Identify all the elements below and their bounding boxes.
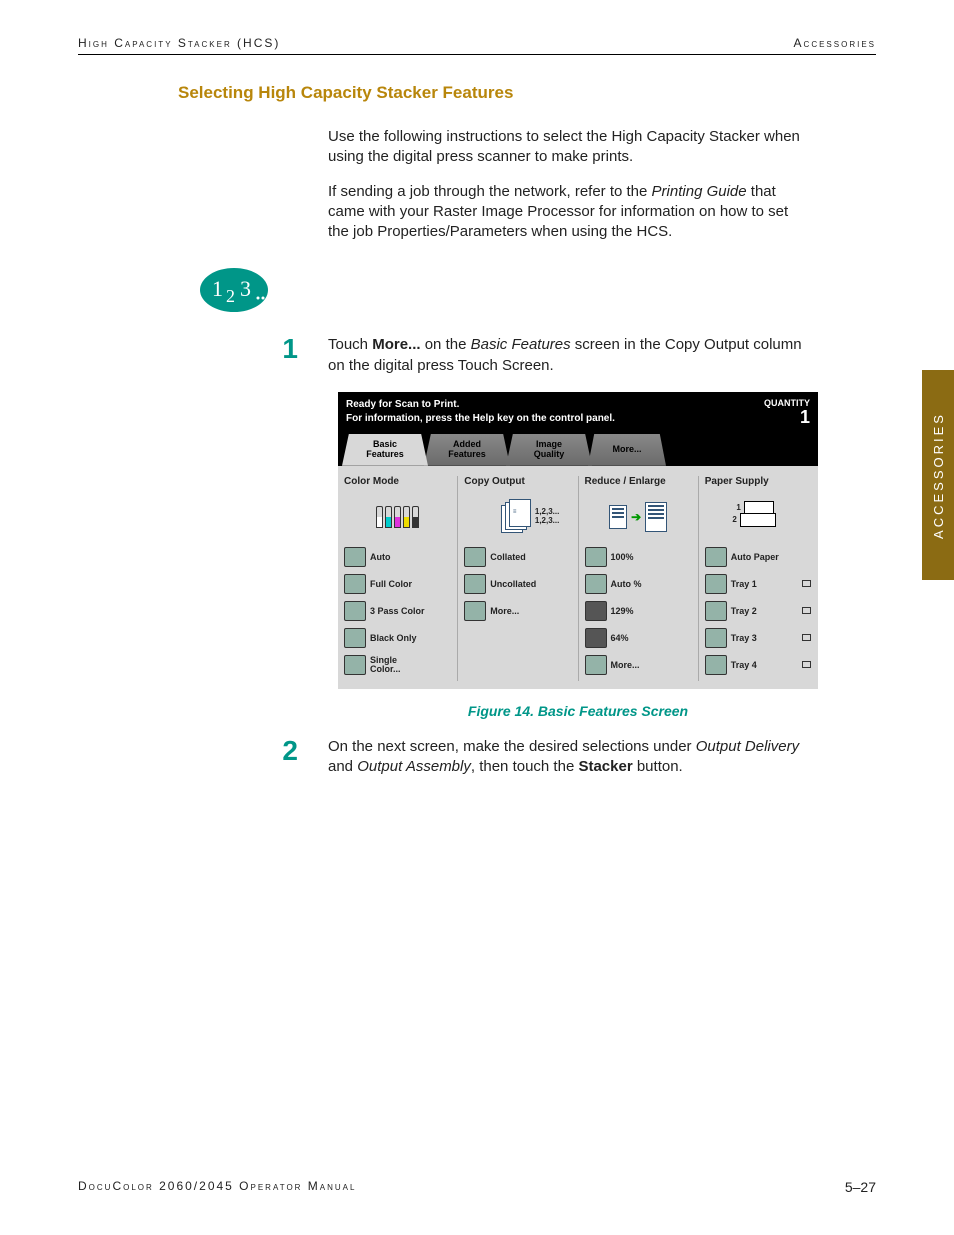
- col-copy-output: Copy Output ≡ 1,2,3... 1,2,3... Collated…: [458, 476, 578, 681]
- footer-manual-title: DocuColor 2060/2045 Operator Manual: [78, 1179, 356, 1195]
- btn-auto-pct[interactable]: [585, 574, 607, 594]
- reduce-enlarge-icon: ➔: [585, 494, 692, 540]
- btn-black-only[interactable]: [344, 628, 366, 648]
- color-mode-icon: [344, 494, 451, 540]
- tab-added-features[interactable]: Added Features: [424, 434, 510, 466]
- step-1: 1 Touch More... on the Basic Features sc…: [78, 335, 876, 376]
- tab-bar: Basic Features Added Features Image Qual…: [338, 434, 818, 466]
- page-header: High Capacity Stacker (HCS) Accessories: [78, 36, 876, 55]
- touch-screen: Ready for Scan to Print. For information…: [338, 392, 818, 689]
- col-title-copy-output: Copy Output: [464, 476, 571, 488]
- step-2: 2 On the next screen, make the desired s…: [78, 737, 876, 778]
- step-number-1: 1: [78, 335, 328, 363]
- status-text: Ready for Scan to Print. For information…: [346, 398, 615, 426]
- figure-caption: Figure 14. Basic Features Screen: [338, 703, 818, 719]
- copy-output-icon: ≡ 1,2,3... 1,2,3...: [464, 494, 571, 540]
- btn-129pct[interactable]: [585, 601, 607, 621]
- header-right: Accessories: [794, 36, 876, 50]
- btn-tray-4[interactable]: [705, 655, 727, 675]
- tray-flag-icon: [802, 580, 811, 587]
- col-title-reduce-enlarge: Reduce / Enlarge: [585, 476, 692, 488]
- step-body-2: On the next screen, make the desired sel…: [328, 737, 806, 778]
- tab-image-quality[interactable]: Image Quality: [506, 434, 592, 466]
- section-title: Selecting High Capacity Stacker Features: [178, 83, 876, 103]
- tray-flag-icon: [802, 634, 811, 641]
- btn-uncollated[interactable]: [464, 574, 486, 594]
- btn-auto-color[interactable]: [344, 547, 366, 567]
- col-paper-supply: Paper Supply 1 2 Auto Paper Tray 1 Tray …: [699, 476, 818, 681]
- tab-more[interactable]: More...: [588, 434, 666, 466]
- quantity-display: QUANTITY 1: [764, 398, 810, 426]
- step-body-1: Touch More... on the Basic Features scre…: [328, 335, 806, 376]
- tab-basic-features[interactable]: Basic Features: [342, 434, 428, 466]
- col-title-color-mode: Color Mode: [344, 476, 451, 488]
- intro-para-2: If sending a job through the network, re…: [328, 182, 806, 243]
- steps-icon: 1 2 3: [198, 262, 876, 323]
- btn-single-color[interactable]: [344, 655, 366, 675]
- btn-tray-2[interactable]: [705, 601, 727, 621]
- btn-auto-paper[interactable]: [705, 547, 727, 567]
- footer-page-number: 5–27: [845, 1179, 876, 1195]
- svg-text:1: 1: [212, 276, 223, 301]
- svg-text:2: 2: [226, 286, 235, 306]
- col-reduce-enlarge: Reduce / Enlarge ➔ 100% Auto % 129% 64% …: [579, 476, 699, 681]
- btn-3pass-color[interactable]: [344, 601, 366, 621]
- btn-collated[interactable]: [464, 547, 486, 567]
- intro-para-1: Use the following instructions to select…: [328, 127, 806, 168]
- step-number-2: 2: [78, 737, 328, 765]
- tray-flag-icon: [802, 661, 811, 668]
- col-color-mode: Color Mode Auto Full Color 3 Pass Color …: [338, 476, 458, 681]
- btn-100pct[interactable]: [585, 547, 607, 567]
- side-tab-accessories: ACCESSORIES: [922, 370, 954, 580]
- paper-supply-icon: 1 2: [705, 494, 812, 540]
- figure-basic-features: Ready for Scan to Print. For information…: [338, 392, 876, 689]
- btn-copy-more[interactable]: [464, 601, 486, 621]
- btn-re-more[interactable]: [585, 655, 607, 675]
- btn-tray-1[interactable]: [705, 574, 727, 594]
- btn-tray-3[interactable]: [705, 628, 727, 648]
- col-title-paper-supply: Paper Supply: [705, 476, 812, 488]
- btn-64pct[interactable]: [585, 628, 607, 648]
- tray-flag-icon: [802, 607, 811, 614]
- header-left: High Capacity Stacker (HCS): [78, 36, 280, 50]
- svg-text:3: 3: [240, 276, 251, 301]
- btn-full-color[interactable]: [344, 574, 366, 594]
- page-footer: DocuColor 2060/2045 Operator Manual 5–27: [78, 1179, 876, 1195]
